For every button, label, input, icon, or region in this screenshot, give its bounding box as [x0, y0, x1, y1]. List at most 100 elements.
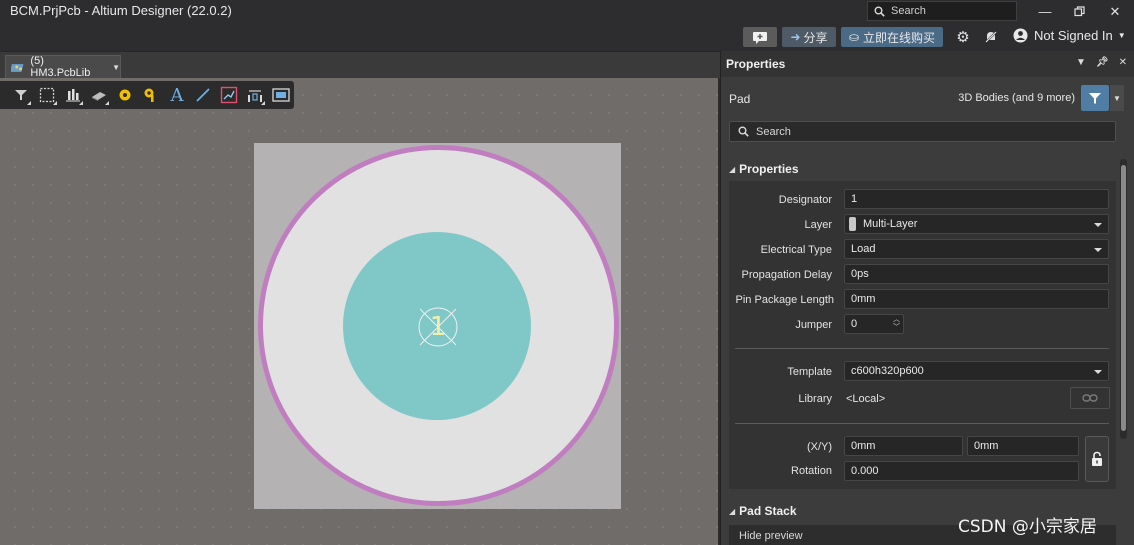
- designator-value: 1: [851, 193, 858, 205]
- pcblib-icon: [11, 64, 24, 72]
- scrollbar-thumb[interactable]: [1121, 165, 1126, 431]
- panel-search-placeholder: Search: [756, 125, 791, 138]
- pin-package-length-value: 0mm: [851, 293, 876, 305]
- section-divider: [735, 348, 1109, 349]
- line-icon: [196, 88, 210, 102]
- electrical-type-select[interactable]: Load: [844, 239, 1109, 259]
- layer-select[interactable]: Multi-Layer: [844, 214, 1109, 234]
- propagation-delay-value: 0ps: [851, 268, 869, 280]
- pad-designator-label: 1: [429, 312, 447, 342]
- tab-hm3-pcblib[interactable]: (5) HM3.PcbLib ▼: [5, 55, 121, 79]
- section-title: Pad Stack: [739, 504, 797, 518]
- filter-dropdown-button[interactable]: ▼: [1110, 85, 1124, 111]
- global-search-input[interactable]: Search: [867, 1, 1017, 21]
- buy-icon: ⛀: [848, 30, 860, 44]
- panel-menu-icon[interactable]: ▼: [1076, 57, 1086, 68]
- place-pad-tool[interactable]: [112, 83, 138, 107]
- share-label: 分享: [803, 30, 828, 45]
- place-string-tool[interactable]: A: [164, 83, 190, 107]
- pad-icon: [119, 89, 131, 101]
- pin-package-length-field[interactable]: 0mm: [844, 289, 1109, 309]
- pin-icon[interactable]: 📌︎: [1096, 57, 1109, 68]
- layer-label: Layer: [804, 219, 832, 231]
- component-body-tool[interactable]: [86, 83, 112, 107]
- share-arrow-icon: ➜: [790, 30, 801, 44]
- pin-package-length-label: Pin Package Length: [735, 294, 834, 306]
- panel-search-input[interactable]: Search: [729, 121, 1116, 142]
- selection-tool[interactable]: [34, 83, 60, 107]
- x-value: 0mm: [851, 440, 876, 452]
- place-region-tool[interactable]: [216, 83, 242, 107]
- text-a-icon: A: [170, 84, 184, 106]
- lock-position-button[interactable]: [1085, 436, 1109, 482]
- search-icon: [738, 126, 749, 137]
- place-via-tool[interactable]: [138, 83, 164, 107]
- chevron-down-icon: ▼: [1113, 93, 1121, 103]
- template-select[interactable]: c600h320p600: [844, 361, 1109, 381]
- library-value: <Local>: [846, 393, 886, 405]
- section-title: Properties: [739, 162, 799, 176]
- panel-close-icon[interactable]: ✕: [1119, 57, 1127, 68]
- buy-label: 立即在线购买: [863, 30, 936, 45]
- jumper-value: 0: [851, 318, 858, 330]
- panel-scrollbar[interactable]: [1120, 159, 1127, 439]
- object-selection-row: Pad 3D Bodies (and 9 more) ▼: [721, 85, 1134, 115]
- feedback-button[interactable]: [743, 27, 777, 47]
- title-bar: BCM.PrjPcb - Altium Designer (22.0.2) Se…: [0, 0, 1134, 23]
- select-filter-tool[interactable]: [8, 83, 34, 107]
- picture-icon: [272, 88, 290, 102]
- object-filter-button[interactable]: [1081, 85, 1109, 111]
- designator-label: Designator: [778, 194, 832, 206]
- object-type-label: Pad: [729, 92, 751, 106]
- tab-menu-icon[interactable]: ▼: [112, 63, 120, 72]
- account-menu[interactable]: Not Signed In ▼: [1013, 28, 1126, 43]
- panel-header-controls: ▼ 📌︎ ✕: [1076, 57, 1127, 68]
- hide-preview-label: Hide preview: [739, 530, 803, 542]
- via-icon: [144, 88, 154, 102]
- stepper-arrows-icon[interactable]: ︿ ﹀: [893, 316, 900, 332]
- dimension-tool[interactable]: [242, 83, 268, 107]
- snapshot-tool[interactable]: [268, 83, 294, 107]
- lock-icon: [1092, 451, 1102, 466]
- buy-online-button[interactable]: ⛀ 立即在线购买: [841, 27, 943, 47]
- propagation-delay-field[interactable]: 0ps: [844, 264, 1109, 284]
- layer-color-swatch: [849, 217, 856, 231]
- align-tool[interactable]: [60, 83, 86, 107]
- y-field[interactable]: 0mm: [967, 436, 1079, 456]
- collapse-arrow-icon: ◢: [729, 164, 736, 174]
- share-button[interactable]: ➜ 分享: [782, 27, 836, 47]
- propagation-delay-label: Propagation Delay: [741, 269, 832, 281]
- region-icon: [220, 86, 238, 104]
- jumper-stepper[interactable]: 0 ︿ ﹀: [844, 314, 904, 334]
- y-value: 0mm: [974, 440, 999, 452]
- user-icon: [1013, 28, 1028, 43]
- designator-field[interactable]: 1: [844, 189, 1109, 209]
- close-icon: ✕: [1109, 3, 1121, 19]
- search-icon: [874, 6, 885, 17]
- library-label: Library: [798, 393, 832, 405]
- properties-section-header[interactable]: ◢ Properties: [729, 162, 799, 176]
- signin-label: Not Signed In: [1034, 28, 1113, 43]
- properties-panel: Properties ▼ 📌︎ ✕ Pad 3D Bodies (and 9 m…: [720, 51, 1134, 545]
- minimize-icon: —: [1038, 4, 1052, 19]
- window-title: BCM.PrjPcb - Altium Designer (22.0.2): [10, 3, 232, 18]
- 3d-body-icon: [92, 92, 106, 101]
- close-button[interactable]: ✕: [1097, 0, 1133, 23]
- notifications-button[interactable]: [980, 27, 1002, 47]
- settings-button[interactable]: ⚙: [952, 27, 974, 47]
- document-tab-strip: (5) HM3.PcbLib ▼: [0, 51, 720, 79]
- restore-button[interactable]: [1061, 0, 1097, 23]
- rotation-value: 0.000: [851, 465, 879, 477]
- minimize-button[interactable]: —: [1027, 0, 1063, 23]
- template-label: Template: [787, 366, 832, 378]
- jumper-label: Jumper: [795, 319, 832, 331]
- unlink-template-button[interactable]: [1070, 387, 1110, 409]
- rotation-label: Rotation: [791, 465, 832, 477]
- x-field[interactable]: 0mm: [844, 436, 963, 456]
- command-bar: ➜ 分享 ⛀ 立即在线购买 ⚙ Not Signed In ▼: [0, 23, 1134, 51]
- electrical-type-value: Load: [851, 243, 876, 255]
- padstack-section-header[interactable]: ◢ Pad Stack: [729, 504, 797, 518]
- filter-funnel-icon: [15, 90, 27, 100]
- rotation-field[interactable]: 0.000: [844, 461, 1079, 481]
- place-line-tool[interactable]: [190, 83, 216, 107]
